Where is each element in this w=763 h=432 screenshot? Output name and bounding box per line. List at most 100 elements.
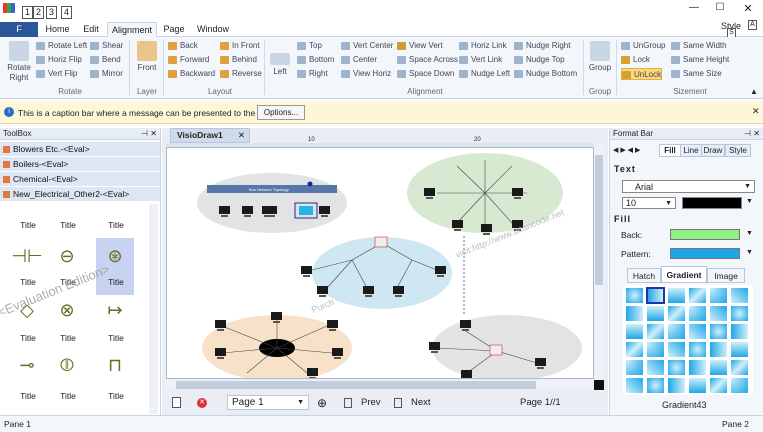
tab-gradient[interactable]: Gradient [661,266,707,283]
selected-computer[interactable] [299,206,313,215]
tab-hatch[interactable]: Hatch [627,268,661,283]
ac-source-symbol-icon[interactable]: ⊖ [52,241,82,271]
file-menu-button[interactable]: F [0,22,38,37]
font-size-select[interactable]: 10 ▼ [622,197,676,209]
view-vert-button[interactable]: View Vert [397,40,443,52]
scroll-thumb[interactable] [176,381,536,389]
gradient-swatch[interactable] [646,341,665,358]
tab-draw[interactable]: Draw [701,144,725,157]
nudge-bottom-button[interactable]: Nudge Bottom [514,68,577,80]
pattern-color-swatch[interactable] [670,248,740,259]
back-button[interactable]: Back [168,40,198,52]
gradient-swatch[interactable] [730,287,749,304]
same-size-button[interactable]: Same Size [671,68,722,80]
gradient-swatch[interactable] [688,287,707,304]
minimize-button[interactable]: — [684,2,704,16]
gradient-swatch[interactable] [667,341,686,358]
vertical-scrollbar[interactable] [594,147,604,393]
align-left-button[interactable]: Left [268,53,292,77]
gradient-swatch[interactable] [688,377,707,394]
drawing-canvas[interactable]: Bus Network Topology visit:http://www.uc… [166,147,594,379]
gradient-swatch[interactable] [667,377,686,394]
gradient-swatch[interactable] [625,305,644,322]
delete-page-icon[interactable]: ✕ [197,398,207,408]
nudge-left-button[interactable]: Nudge Left [459,68,510,80]
gradient-swatch[interactable] [688,341,707,358]
gradient-swatch[interactable] [667,287,686,304]
fuse-symbol-icon[interactable]: ⊓ [100,350,130,380]
gradient-swatch[interactable] [688,305,707,322]
gradient-swatch[interactable] [625,359,644,376]
category-electrical[interactable]: New_Electrical_Other2-<Eval> [0,187,160,202]
gradient-swatch[interactable] [709,287,728,304]
motor-symbol-icon[interactable]: ⊗ [52,295,82,325]
gradient-swatch[interactable] [646,323,665,340]
gradient-swatch[interactable] [646,305,665,322]
unlock-button[interactable]: UnLock [621,68,663,80]
gradient-swatch[interactable] [709,341,728,358]
switch-symbol-icon[interactable]: ↦ [100,295,130,325]
gradient-swatch[interactable] [730,341,749,358]
vert-flip-button[interactable]: Vert Flip [36,68,77,80]
in-front-button[interactable]: In Front [220,40,260,52]
mirror-button[interactable]: Mirror [90,68,123,80]
gradient-swatch[interactable] [667,323,686,340]
battery-symbol-icon[interactable]: ⊣⊢ [11,241,42,271]
diode-symbol-icon[interactable]: ⊸ [12,350,42,380]
options-button[interactable]: Options... [257,105,305,120]
align-top-button[interactable]: Top [297,40,322,52]
quick-access-3[interactable]: 3 [46,6,57,19]
category-boilers[interactable]: Boilers-<Eval> [0,157,160,172]
gradient-swatch[interactable] [730,305,749,322]
prev-button[interactable]: Prev [361,397,381,408]
vert-link-button[interactable]: Vert Link [459,54,502,66]
space-down-button[interactable]: Space Down [397,68,454,80]
toolbox-scrollbar[interactable] [149,204,158,414]
rotate-right-button[interactable]: Rotate Right [4,41,34,83]
gradient-swatch[interactable] [667,359,686,376]
space-across-button[interactable]: Space Across [397,54,458,66]
router-icon[interactable] [374,236,388,248]
tab-fill[interactable]: Fill [659,144,681,157]
pattern-color-dropdown-icon[interactable]: ▼ [746,249,753,256]
reverse-button[interactable]: Reverse [220,68,262,80]
gradient-swatch[interactable] [730,359,749,376]
font-color-swatch[interactable] [682,197,742,209]
gradient-swatch[interactable] [625,377,644,394]
gradient-swatch[interactable] [625,287,644,304]
align-bottom-button[interactable]: Bottom [297,54,334,66]
gradient-swatch[interactable] [625,341,644,358]
back-color-dropdown-icon[interactable]: ▼ [746,230,753,237]
horiz-flip-button[interactable]: Horiz Flip [36,54,82,66]
category-blowers[interactable]: Blowers Etc.-<Eval> [0,142,160,157]
close-icon[interactable]: ✕ [150,128,157,140]
ungroup-button[interactable]: UnGroup [621,40,665,52]
view-horiz-button[interactable]: View Horiz [341,68,391,80]
nudge-right-button[interactable]: Nudge Right [514,40,570,52]
close-tab-icon[interactable]: ✕ [238,129,245,142]
close-icon[interactable]: ✕ [753,128,760,140]
gradient-swatch[interactable] [688,359,707,376]
horizontal-scrollbar[interactable] [166,380,594,390]
tab-window[interactable]: Window [192,22,234,37]
tab-scroll-arrows[interactable]: ◀ ▶ ◀ ▶ [613,146,640,154]
forward-button[interactable]: Forward [168,54,209,66]
same-height-button[interactable]: Same Height [671,54,729,66]
gradient-swatch[interactable] [730,377,749,394]
pin-icon[interactable]: ⊣ [744,128,751,140]
gradient-swatch[interactable] [646,377,665,394]
back-color-swatch[interactable] [670,229,740,240]
gradient-swatch[interactable] [709,323,728,340]
tab-image[interactable]: Image [707,268,745,283]
font-select[interactable]: Arial ▼ [622,180,755,193]
rotate-left-button[interactable]: Rotate Left [36,40,87,52]
font-color-dropdown-icon[interactable]: ▼ [746,198,753,205]
gradient-swatch[interactable] [709,377,728,394]
quick-access-4[interactable]: 4 [61,6,72,19]
tab-edit[interactable]: Edit [75,22,107,37]
center-button[interactable]: Center [341,54,377,66]
same-width-button[interactable]: Same Width [671,40,727,52]
lock-button[interactable]: Lock [621,54,650,66]
tab-alignment[interactable]: Alignment [107,22,157,37]
gradient-swatch[interactable] [667,305,686,322]
